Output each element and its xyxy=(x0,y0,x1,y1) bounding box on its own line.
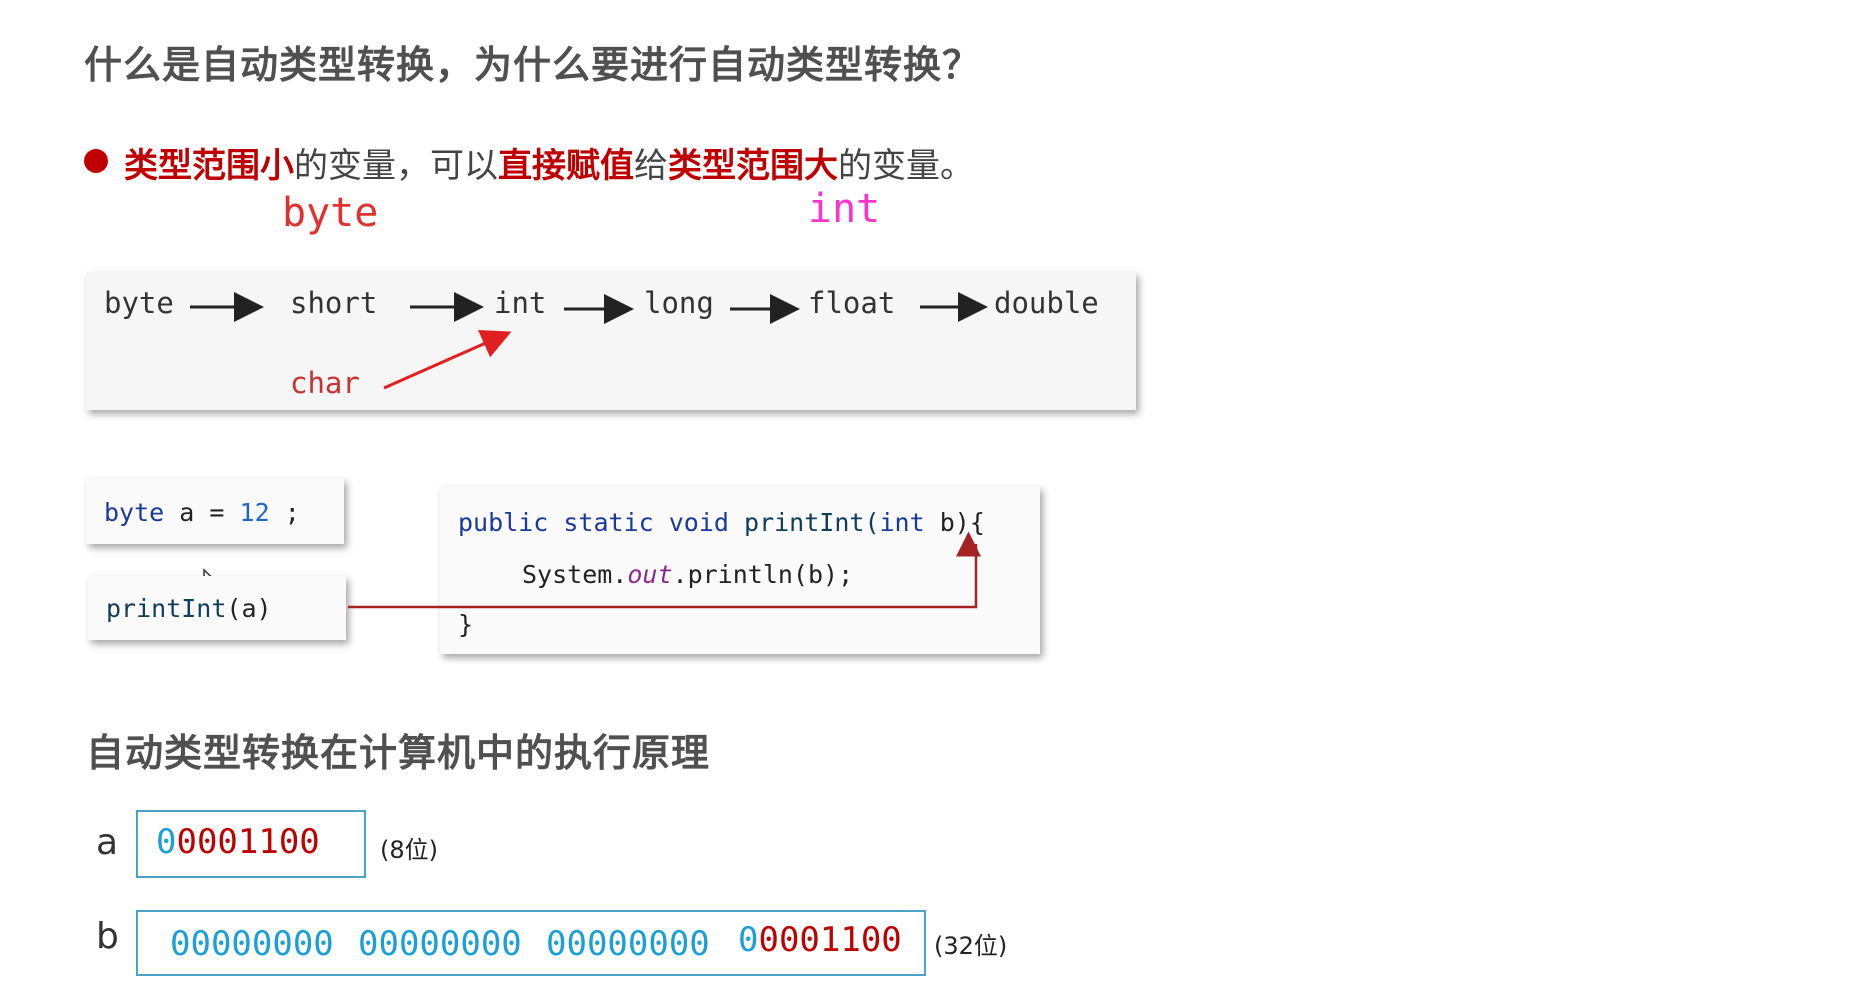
binary-box-a: 00001100 xyxy=(136,810,366,878)
binary-b-zero-2: 00000000 xyxy=(358,924,522,964)
binary-a-high: 0 xyxy=(156,822,177,862)
binary-b-zero-3: 00000000 xyxy=(546,924,710,964)
binary-a-rest: 0001100 xyxy=(176,822,320,862)
binary-b-value-high: 0 xyxy=(738,920,759,960)
binary-b-zero-1: 00000000 xyxy=(170,924,334,964)
binary-b-value-rest: 0001100 xyxy=(758,920,902,960)
bits-label-a: (8位) xyxy=(380,836,438,864)
binary-b-value: 00001100 xyxy=(738,920,902,960)
connector-line xyxy=(348,531,981,609)
label-a: a xyxy=(96,822,119,863)
label-b: b xyxy=(96,916,119,957)
binary-box-b: 00000000 00000000 00000000 00001100 xyxy=(136,910,926,976)
section-title-principle: 自动类型转换在计算机中的执行原理 xyxy=(86,731,711,775)
bits-label-b: (32位) xyxy=(934,932,1008,960)
binary-a-value: 00001100 xyxy=(156,822,320,862)
